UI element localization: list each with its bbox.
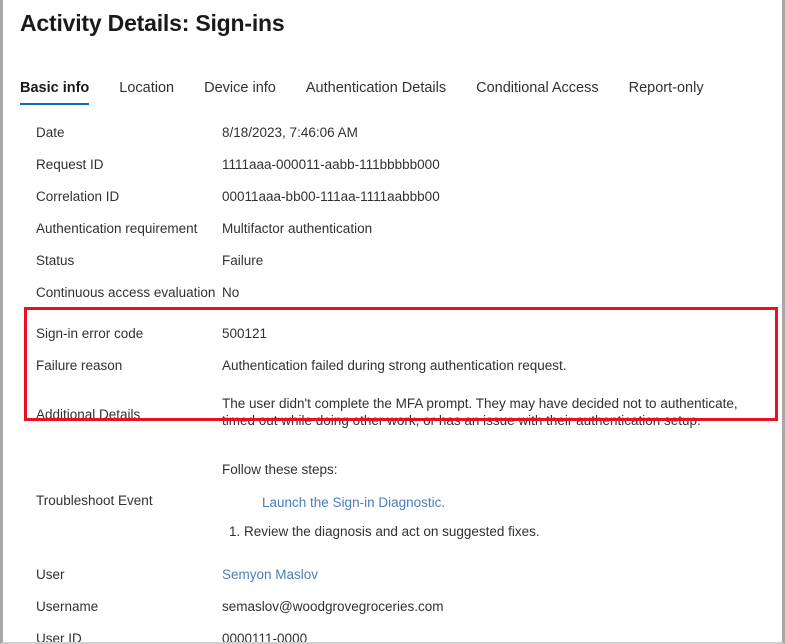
detail-row-failure-reason: Failure reason Authentication failed dur… bbox=[3, 351, 782, 383]
tab-bar: Basic info Location Device info Authenti… bbox=[20, 80, 704, 110]
detail-value-auth-requirement: Multifactor authentication bbox=[222, 214, 782, 243]
launch-signin-diagnostic-link[interactable]: Launch the Sign-in Diagnostic. bbox=[262, 495, 445, 510]
detail-label-user: User bbox=[36, 560, 222, 589]
detail-row-error-code: Sign-in error code 500121 bbox=[3, 319, 782, 351]
tab-device-info[interactable]: Device info bbox=[204, 80, 276, 105]
detail-value-cae: No bbox=[222, 278, 782, 307]
detail-label-cae: Continuous access evaluation bbox=[36, 278, 222, 307]
detail-row-additional-details: Additional Details The user didn't compl… bbox=[3, 389, 782, 435]
detail-row-troubleshoot-event: Troubleshoot Event Follow these steps: L… bbox=[3, 461, 782, 540]
troubleshoot-step: Review the diagnosis and act on suggeste… bbox=[244, 523, 782, 540]
detail-row-user: User Semyon Maslov bbox=[3, 560, 782, 592]
tab-authentication-details[interactable]: Authentication Details bbox=[306, 80, 446, 105]
detail-value-date: 8/18/2023, 7:46:06 AM bbox=[222, 118, 782, 147]
page-title: Activity Details: Sign-ins bbox=[20, 10, 284, 37]
details-list: Date 8/18/2023, 7:46:06 AM Request ID 11… bbox=[3, 118, 782, 644]
activity-details-window: Activity Details: Sign-ins Basic info Lo… bbox=[0, 0, 785, 644]
detail-label-request-id: Request ID bbox=[36, 150, 222, 179]
detail-row-auth-requirement: Authentication requirement Multifactor a… bbox=[3, 214, 782, 246]
detail-row-status: Status Failure bbox=[3, 246, 782, 278]
detail-value-failure-reason: Authentication failed during strong auth… bbox=[222, 351, 782, 380]
detail-value-user: Semyon Maslov bbox=[222, 560, 782, 589]
detail-label-auth-requirement: Authentication requirement bbox=[36, 214, 222, 243]
detail-row-request-id: Request ID 1111aaa-000011-aabb-111bbbbb0… bbox=[3, 150, 782, 182]
tab-location[interactable]: Location bbox=[119, 80, 174, 105]
detail-value-username: semaslov@woodgrovegroceries.com bbox=[222, 592, 782, 621]
troubleshoot-intro: Follow these steps: bbox=[222, 461, 782, 478]
detail-label-failure-reason: Failure reason bbox=[36, 351, 222, 380]
detail-row-cae: Continuous access evaluation No bbox=[3, 278, 782, 310]
detail-label-error-code: Sign-in error code bbox=[36, 319, 222, 348]
detail-label-additional-details: Additional Details bbox=[36, 389, 222, 429]
detail-value-correlation-id: 00011aaa-bb00-111aa-1111aabbb00 bbox=[222, 182, 782, 211]
tab-basic-info[interactable]: Basic info bbox=[20, 80, 89, 105]
detail-row-date: Date 8/18/2023, 7:46:06 AM bbox=[3, 118, 782, 150]
troubleshoot-steps: Review the diagnosis and act on suggeste… bbox=[222, 523, 782, 540]
detail-label-troubleshoot-event: Troubleshoot Event bbox=[36, 492, 222, 509]
detail-label-username: Username bbox=[36, 592, 222, 621]
tab-report-only[interactable]: Report-only bbox=[629, 80, 704, 105]
detail-row-username: Username semaslov@woodgrovegroceries.com bbox=[3, 592, 782, 624]
detail-row-user-id: User ID 0000111-0000 bbox=[3, 624, 782, 644]
detail-label-status: Status bbox=[36, 246, 222, 275]
detail-value-additional-details: The user didn't complete the MFA prompt.… bbox=[222, 389, 764, 435]
detail-value-user-id: 0000111-0000 bbox=[222, 624, 782, 644]
user-profile-link[interactable]: Semyon Maslov bbox=[222, 567, 318, 582]
detail-row-correlation-id: Correlation ID 00011aaa-bb00-111aa-1111a… bbox=[3, 182, 782, 214]
status-badge: Failure bbox=[222, 246, 782, 275]
detail-label-date: Date bbox=[36, 118, 222, 147]
tab-conditional-access[interactable]: Conditional Access bbox=[476, 80, 599, 105]
troubleshoot-body: Follow these steps: Launch the Sign-in D… bbox=[222, 461, 782, 540]
troubleshoot-link-line: Launch the Sign-in Diagnostic. bbox=[262, 494, 782, 511]
detail-value-error-code: 500121 bbox=[222, 319, 782, 348]
detail-value-request-id: 1111aaa-000011-aabb-111bbbbb000 bbox=[222, 150, 782, 179]
detail-label-user-id: User ID bbox=[36, 624, 222, 644]
detail-label-correlation-id: Correlation ID bbox=[36, 182, 222, 211]
